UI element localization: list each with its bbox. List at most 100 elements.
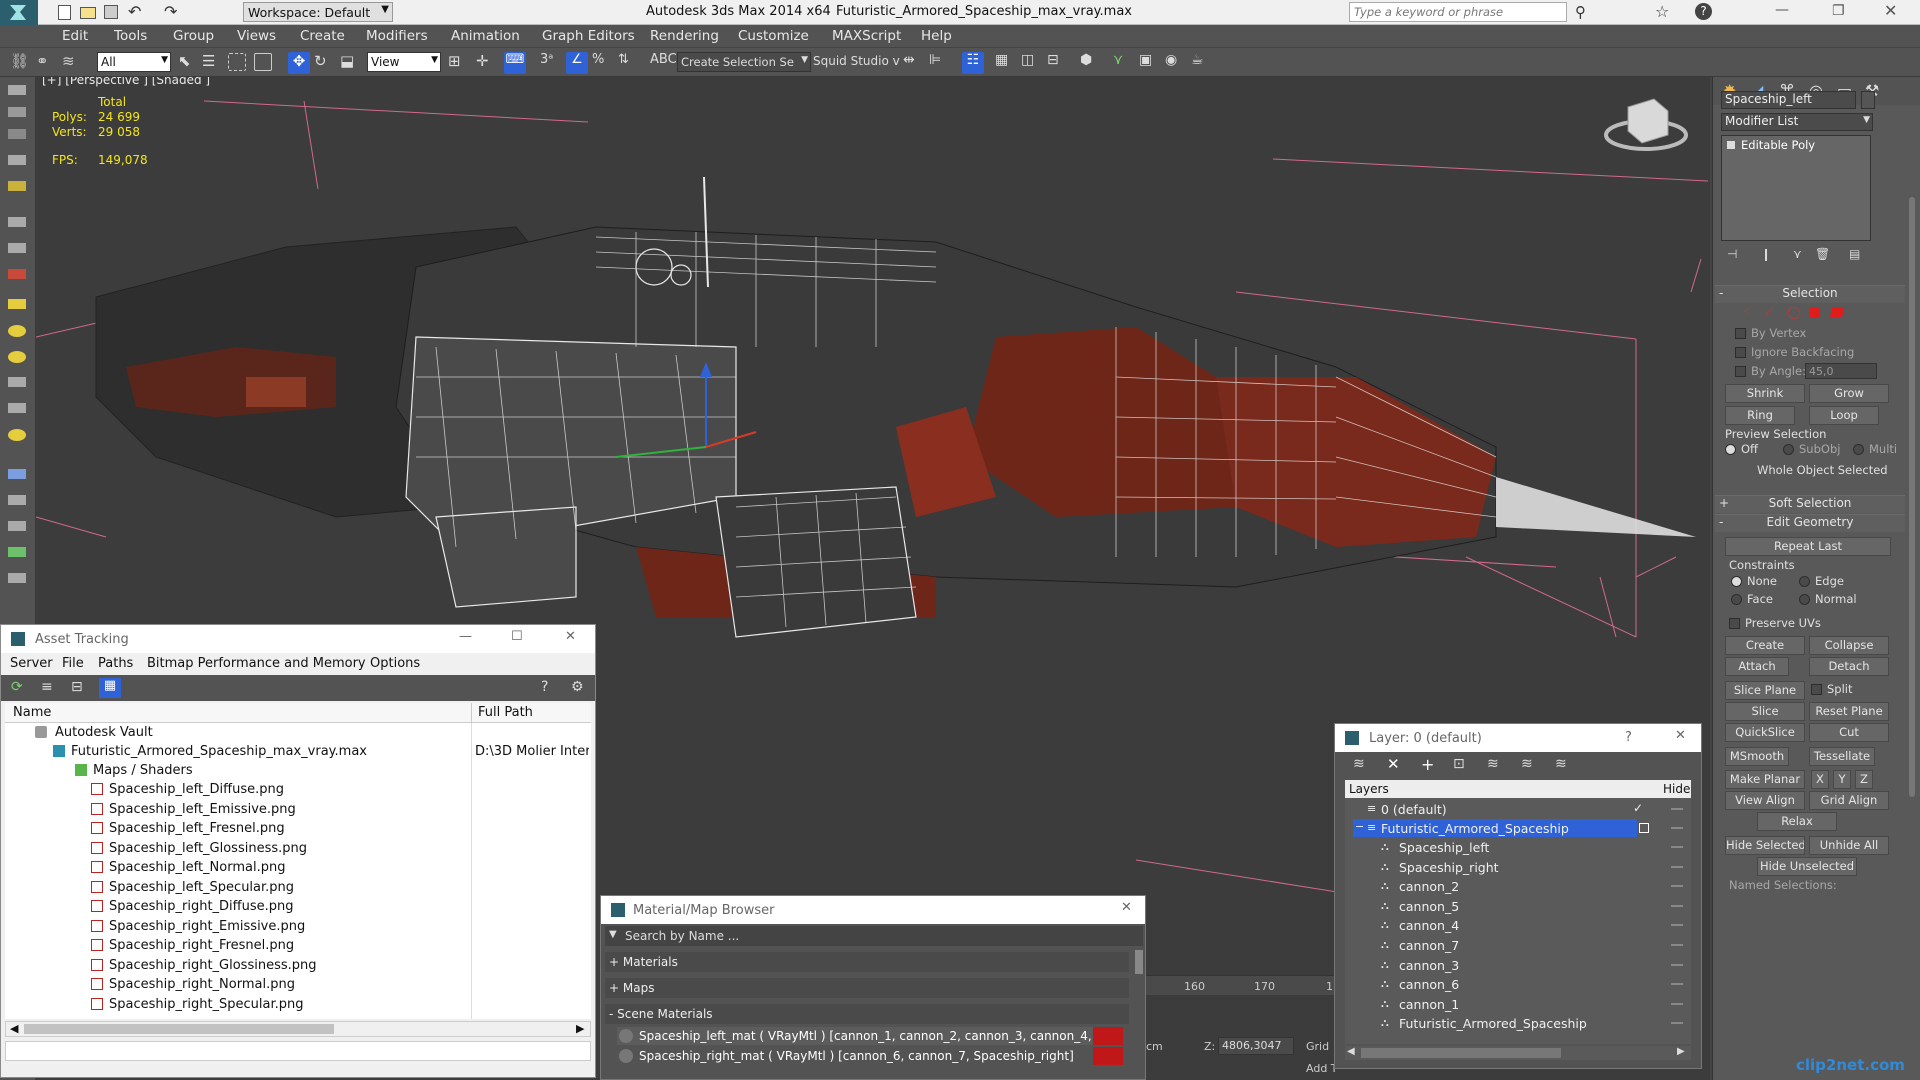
scale-icon[interactable]: ⬓ — [340, 52, 362, 74]
ignore-backfacing-checkbox[interactable] — [1735, 347, 1746, 358]
constraint-edge-radio[interactable] — [1799, 576, 1810, 587]
constraint-normal-radio[interactable] — [1799, 594, 1810, 605]
material-scrollbar[interactable] — [1135, 950, 1143, 974]
column-layers[interactable]: Layers — [1349, 782, 1389, 796]
tool-icon-2[interactable] — [8, 107, 26, 117]
map-row[interactable]: Spaceship_right_Glossiness.png — [5, 956, 591, 975]
layer-object-row[interactable]: ⛬ Futuristic_Armored_Spaceship — [1345, 1014, 1691, 1033]
unlink-icon[interactable]: ⚭ — [36, 52, 58, 74]
minimize-button[interactable]: — — [1775, 2, 1789, 18]
rendered-frame-icon[interactable]: ▣ — [1139, 52, 1161, 74]
attach-button[interactable]: Attach — [1725, 657, 1789, 676]
by-angle-checkbox[interactable] — [1735, 366, 1746, 377]
map-row[interactable]: Spaceship_right_Diffuse.png — [5, 897, 591, 916]
map-row[interactable]: Spaceship_left_Normal.png — [5, 858, 591, 877]
tool-icon-6[interactable] — [8, 217, 26, 227]
map-row[interactable]: Spaceship_left_Specular.png — [5, 878, 591, 897]
render-production-icon[interactable]: ◉ — [1165, 52, 1187, 74]
map-row[interactable]: Spaceship_right_Normal.png — [5, 975, 591, 994]
grid-align-button[interactable]: Grid Align — [1809, 791, 1889, 810]
detach-button[interactable]: Detach — [1809, 657, 1889, 676]
add-to-layer-icon[interactable]: + — [1421, 755, 1434, 774]
squid-studio-label[interactable]: Squid Studio v — [813, 54, 900, 68]
menu-graph-editors[interactable]: Graph Editors — [542, 28, 635, 44]
menu-server[interactable]: Server — [10, 656, 53, 671]
layer-object-row[interactable]: ⛬ Spaceship_right — [1345, 858, 1691, 877]
hide-toggle[interactable] — [1671, 963, 1683, 966]
bind-space-warp-icon[interactable]: ≋ — [62, 52, 84, 74]
menu-tools[interactable]: Tools — [114, 28, 147, 44]
edit-named-selection-icon[interactable]: ABC — [650, 52, 677, 74]
layer-object-row[interactable]: ⛬ cannon_3 — [1345, 956, 1691, 975]
redo-icon[interactable]: ↷ — [164, 2, 177, 21]
layer-object-row[interactable]: ⛬ cannon_7 — [1345, 936, 1691, 955]
grow-button[interactable]: Grow — [1809, 384, 1889, 403]
layer-object-row[interactable]: ⛬ cannon_6 — [1345, 975, 1691, 994]
by-vertex-checkbox[interactable] — [1735, 328, 1746, 339]
expand-icon[interactable]: − — [1355, 820, 1364, 833]
help-icon[interactable]: ? — [1695, 3, 1712, 20]
tool-icon-15[interactable] — [8, 469, 26, 479]
tessellate-button[interactable]: Tessellate — [1809, 747, 1875, 766]
app-logo[interactable] — [0, 0, 38, 25]
object-color-swatch[interactable] — [1861, 91, 1875, 109]
close-button[interactable]: ✕ — [1121, 900, 1132, 915]
layer-object-row[interactable]: ⛬ cannon_5 — [1345, 897, 1691, 916]
reference-coord-dropdown[interactable]: View ▼ — [367, 52, 441, 72]
menu-customize[interactable]: Customize — [738, 28, 809, 44]
pivot-icon[interactable]: ⊞ — [448, 52, 470, 74]
layer-object-row[interactable]: ⛬ Spaceship_left — [1345, 838, 1691, 857]
map-row[interactable]: Spaceship_right_Fresnel.png — [5, 936, 591, 955]
menu-modifiers[interactable]: Modifiers — [366, 28, 428, 44]
configure-sets-icon[interactable]: ▤ — [1849, 247, 1860, 261]
menu-bitmap-performance[interactable]: Bitmap Performance and Memory — [147, 656, 366, 671]
render-setup-icon[interactable]: ⋎ — [1113, 52, 1135, 74]
layer-row-default[interactable]: ≡ 0 (default) ✓ — [1345, 800, 1691, 819]
loop-button[interactable]: Loop — [1809, 406, 1879, 425]
menu-maxscript[interactable]: MAXScript — [832, 28, 901, 44]
tool-icon-8[interactable] — [8, 269, 26, 279]
menu-views[interactable]: Views — [237, 28, 276, 44]
panel-scrollbar[interactable] — [1909, 197, 1915, 797]
map-row[interactable]: Spaceship_right_Specular.png — [5, 995, 591, 1014]
menu-create[interactable]: Create — [300, 28, 345, 44]
collapse-button[interactable]: Collapse — [1809, 636, 1889, 655]
edit-geometry-rollout-header[interactable]: - Edit Geometry — [1715, 514, 1905, 532]
viewport-label[interactable]: [+] [Perspective ] [Shaded ] — [42, 77, 210, 87]
percent-snap-icon[interactable]: % — [592, 52, 614, 74]
help-icon[interactable]: ? — [1625, 730, 1632, 745]
planar-y-button[interactable]: Y — [1833, 770, 1851, 789]
ring-button[interactable]: Ring — [1725, 406, 1795, 425]
current-layer-checkbox[interactable] — [1639, 823, 1649, 833]
close-button[interactable]: ✕ — [565, 629, 576, 644]
column-hide[interactable]: Hide — [1663, 782, 1690, 796]
preserve-uvs-checkbox[interactable] — [1729, 618, 1740, 629]
modifier-list-dropdown[interactable]: Modifier List ▼ — [1721, 113, 1873, 131]
hide-toggle[interactable] — [1671, 924, 1683, 927]
soft-selection-rollout-header[interactable]: + Soft Selection — [1715, 495, 1905, 513]
scroll-left-icon[interactable]: ◀ — [10, 1022, 18, 1035]
freeze-all-icon[interactable]: ≋ — [1555, 756, 1567, 772]
scroll-thumb[interactable] — [24, 1024, 334, 1034]
reset-plane-button[interactable]: Reset Plane — [1809, 702, 1889, 721]
tool-icon-16[interactable] — [8, 495, 26, 505]
schematic-view-icon[interactable]: ⊟ — [1047, 52, 1069, 74]
save-icon[interactable] — [104, 5, 118, 19]
make-unique-icon[interactable]: ⋎ — [1793, 247, 1802, 261]
repeat-last-button[interactable]: Repeat Last — [1725, 537, 1891, 556]
select-by-name-icon[interactable]: ☰ — [202, 52, 224, 74]
menu-file[interactable]: File — [62, 656, 84, 671]
scroll-right-icon[interactable]: ▶ — [1677, 1046, 1685, 1057]
angle-spinner[interactable]: 45,0 — [1805, 363, 1877, 379]
quickslice-button[interactable]: QuickSlice — [1725, 723, 1805, 742]
maps-group[interactable]: + Maps — [605, 978, 1129, 998]
preview-multi-radio[interactable] — [1853, 444, 1864, 455]
unhide-all-button[interactable]: Unhide All — [1809, 836, 1889, 855]
constraint-none-radio[interactable] — [1731, 576, 1742, 587]
slice-plane-button[interactable]: Slice Plane — [1725, 681, 1805, 700]
menu-group[interactable]: Group — [173, 28, 214, 44]
tool-icon-11[interactable] — [8, 351, 26, 363]
maximize-button[interactable]: ❐ — [1832, 3, 1845, 19]
preview-off-radio[interactable] — [1725, 444, 1736, 455]
curve-editor-icon[interactable]: ◫ — [1021, 52, 1043, 74]
